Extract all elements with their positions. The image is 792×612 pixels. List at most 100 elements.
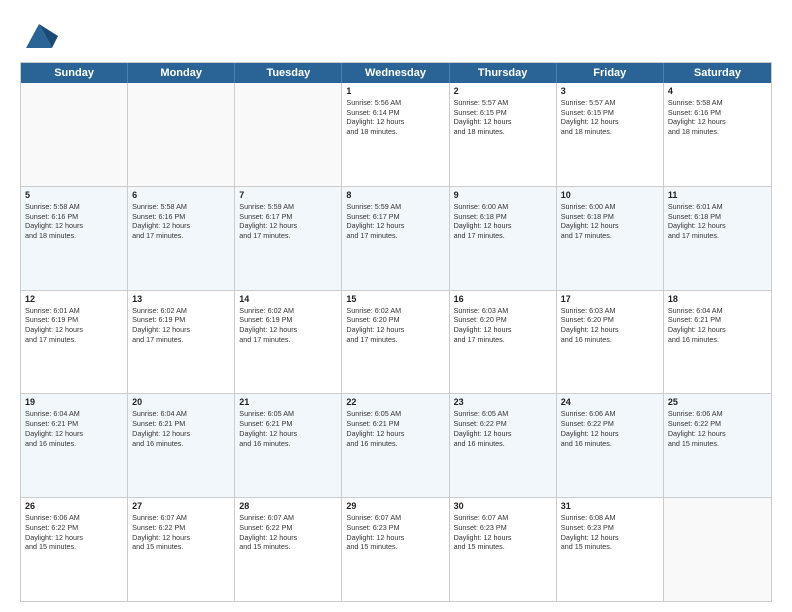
- weekday-header-wednesday: Wednesday: [342, 63, 449, 83]
- day-number: 17: [561, 294, 659, 304]
- day-info: Sunrise: 5:58 AM Sunset: 6:16 PM Dayligh…: [132, 202, 230, 241]
- day-number: 15: [346, 294, 444, 304]
- day-number: 25: [668, 397, 767, 407]
- day-info: Sunrise: 6:03 AM Sunset: 6:20 PM Dayligh…: [454, 306, 552, 345]
- day-cell-20: 20 Sunrise: 6:04 AM Sunset: 6:21 PM Dayli…: [128, 394, 235, 497]
- page: SundayMondayTuesdayWednesdayThursdayFrid…: [0, 0, 792, 612]
- day-cell-31: 31 Sunrise: 6:08 AM Sunset: 6:23 PM Dayli…: [557, 498, 664, 601]
- day-number: 4: [668, 86, 767, 96]
- day-info: Sunrise: 5:58 AM Sunset: 6:16 PM Dayligh…: [668, 98, 767, 137]
- day-info: Sunrise: 5:59 AM Sunset: 6:17 PM Dayligh…: [346, 202, 444, 241]
- logo: [20, 16, 58, 54]
- day-info: Sunrise: 6:06 AM Sunset: 6:22 PM Dayligh…: [561, 409, 659, 448]
- weekday-header-thursday: Thursday: [450, 63, 557, 83]
- weekday-header-saturday: Saturday: [664, 63, 771, 83]
- day-info: Sunrise: 6:05 AM Sunset: 6:21 PM Dayligh…: [346, 409, 444, 448]
- day-number: 21: [239, 397, 337, 407]
- day-info: Sunrise: 5:58 AM Sunset: 6:16 PM Dayligh…: [25, 202, 123, 241]
- day-number: 7: [239, 190, 337, 200]
- day-number: 6: [132, 190, 230, 200]
- day-cell-22: 22Sunrise: 6:05 AM Sunset: 6:21 PM Dayli…: [342, 394, 449, 497]
- day-info: Sunrise: 5:57 AM Sunset: 6:15 PM Dayligh…: [454, 98, 552, 137]
- empty-cell: [664, 498, 771, 601]
- day-info: Sunrise: 6:07 AM Sunset: 6:23 PM Dayligh…: [454, 513, 552, 552]
- day-cell-21: 21 Sunrise: 6:05 AM Sunset: 6:21 PM Dayli…: [235, 394, 342, 497]
- empty-cell: [235, 83, 342, 186]
- day-number: 2: [454, 86, 552, 96]
- day-info: Sunrise: 5:57 AM Sunset: 6:15 PM Dayligh…: [561, 98, 659, 137]
- day-cell-9: 9Sunrise: 6:00 AM Sunset: 6:18 PM Daylig…: [450, 187, 557, 290]
- day-cell-25: 25 Sunrise: 6:06 AM Sunset: 6:22 PM Dayli…: [664, 394, 771, 497]
- day-info: Sunrise: 6:08 AM Sunset: 6:23 PM Dayligh…: [561, 513, 659, 552]
- day-info: Sunrise: 5:59 AM Sunset: 6:17 PM Dayligh…: [239, 202, 337, 241]
- day-number: 23: [454, 397, 552, 407]
- weekday-header-friday: Friday: [557, 63, 664, 83]
- day-info: Sunrise: 6:00 AM Sunset: 6:18 PM Dayligh…: [561, 202, 659, 241]
- calendar-header: SundayMondayTuesdayWednesdayThursdayFrid…: [21, 63, 771, 83]
- day-cell-15: 15Sunrise: 6:02 AM Sunset: 6:20 PM Dayli…: [342, 291, 449, 394]
- calendar-row-3: 12Sunrise: 6:01 AM Sunset: 6:19 PM Dayli…: [21, 291, 771, 395]
- day-cell-3: 3 Sunrise: 5:57 AM Sunset: 6:15 PM Daylig…: [557, 83, 664, 186]
- day-info: Sunrise: 6:06 AM Sunset: 6:22 PM Dayligh…: [25, 513, 123, 552]
- day-number: 11: [668, 190, 767, 200]
- day-cell-11: 11Sunrise: 6:01 AM Sunset: 6:18 PM Dayli…: [664, 187, 771, 290]
- day-number: 5: [25, 190, 123, 200]
- calendar-row-5: 26Sunrise: 6:06 AM Sunset: 6:22 PM Dayli…: [21, 498, 771, 601]
- day-info: Sunrise: 6:07 AM Sunset: 6:22 PM Dayligh…: [132, 513, 230, 552]
- calendar-row-1: 1 Sunrise: 5:56 AM Sunset: 6:14 PM Daylig…: [21, 83, 771, 187]
- day-cell-29: 29 Sunrise: 6:07 AM Sunset: 6:23 PM Dayli…: [342, 498, 449, 601]
- day-number: 18: [668, 294, 767, 304]
- day-number: 3: [561, 86, 659, 96]
- day-cell-23: 23 Sunrise: 6:05 AM Sunset: 6:22 PM Dayli…: [450, 394, 557, 497]
- day-info: Sunrise: 6:06 AM Sunset: 6:22 PM Dayligh…: [668, 409, 767, 448]
- day-number: 20: [132, 397, 230, 407]
- day-number: 29: [346, 501, 444, 511]
- calendar-body: 1 Sunrise: 5:56 AM Sunset: 6:14 PM Daylig…: [21, 83, 771, 601]
- day-info: Sunrise: 5:56 AM Sunset: 6:14 PM Dayligh…: [346, 98, 444, 137]
- day-number: 1: [346, 86, 444, 96]
- day-number: 31: [561, 501, 659, 511]
- calendar: SundayMondayTuesdayWednesdayThursdayFrid…: [20, 62, 772, 602]
- day-number: 24: [561, 397, 659, 407]
- day-cell-7: 7 Sunrise: 5:59 AM Sunset: 6:17 PM Daylig…: [235, 187, 342, 290]
- day-number: 28: [239, 501, 337, 511]
- day-cell-12: 12Sunrise: 6:01 AM Sunset: 6:19 PM Dayli…: [21, 291, 128, 394]
- day-cell-24: 24 Sunrise: 6:06 AM Sunset: 6:22 PM Dayli…: [557, 394, 664, 497]
- day-number: 8: [346, 190, 444, 200]
- calendar-row-4: 19 Sunrise: 6:04 AM Sunset: 6:21 PM Dayli…: [21, 394, 771, 498]
- day-number: 19: [25, 397, 123, 407]
- day-number: 10: [561, 190, 659, 200]
- day-number: 12: [25, 294, 123, 304]
- day-cell-28: 28 Sunrise: 6:07 AM Sunset: 6:22 PM Dayli…: [235, 498, 342, 601]
- day-info: Sunrise: 6:07 AM Sunset: 6:23 PM Dayligh…: [346, 513, 444, 552]
- day-cell-27: 27 Sunrise: 6:07 AM Sunset: 6:22 PM Dayli…: [128, 498, 235, 601]
- day-info: Sunrise: 6:05 AM Sunset: 6:21 PM Dayligh…: [239, 409, 337, 448]
- day-cell-17: 17 Sunrise: 6:03 AM Sunset: 6:20 PM Dayli…: [557, 291, 664, 394]
- weekday-header-tuesday: Tuesday: [235, 63, 342, 83]
- day-cell-18: 18 Sunrise: 6:04 AM Sunset: 6:21 PM Dayli…: [664, 291, 771, 394]
- day-info: Sunrise: 6:04 AM Sunset: 6:21 PM Dayligh…: [132, 409, 230, 448]
- day-cell-19: 19 Sunrise: 6:04 AM Sunset: 6:21 PM Dayli…: [21, 394, 128, 497]
- day-info: Sunrise: 6:05 AM Sunset: 6:22 PM Dayligh…: [454, 409, 552, 448]
- day-cell-4: 4 Sunrise: 5:58 AM Sunset: 6:16 PM Daylig…: [664, 83, 771, 186]
- day-info: Sunrise: 6:04 AM Sunset: 6:21 PM Dayligh…: [25, 409, 123, 448]
- day-cell-8: 8 Sunrise: 5:59 AM Sunset: 6:17 PM Daylig…: [342, 187, 449, 290]
- day-info: Sunrise: 6:03 AM Sunset: 6:20 PM Dayligh…: [561, 306, 659, 345]
- day-number: 27: [132, 501, 230, 511]
- day-info: Sunrise: 6:04 AM Sunset: 6:21 PM Dayligh…: [668, 306, 767, 345]
- day-cell-26: 26Sunrise: 6:06 AM Sunset: 6:22 PM Dayli…: [21, 498, 128, 601]
- day-number: 14: [239, 294, 337, 304]
- day-cell-2: 2 Sunrise: 5:57 AM Sunset: 6:15 PM Daylig…: [450, 83, 557, 186]
- day-cell-10: 10 Sunrise: 6:00 AM Sunset: 6:18 PM Dayli…: [557, 187, 664, 290]
- weekday-header-sunday: Sunday: [21, 63, 128, 83]
- day-cell-13: 13Sunrise: 6:02 AM Sunset: 6:19 PM Dayli…: [128, 291, 235, 394]
- logo-icon: [20, 16, 58, 54]
- day-number: 9: [454, 190, 552, 200]
- day-info: Sunrise: 6:07 AM Sunset: 6:22 PM Dayligh…: [239, 513, 337, 552]
- weekday-header-monday: Monday: [128, 63, 235, 83]
- day-cell-16: 16Sunrise: 6:03 AM Sunset: 6:20 PM Dayli…: [450, 291, 557, 394]
- day-cell-6: 6 Sunrise: 5:58 AM Sunset: 6:16 PM Daylig…: [128, 187, 235, 290]
- day-info: Sunrise: 6:02 AM Sunset: 6:19 PM Dayligh…: [132, 306, 230, 345]
- empty-cell: [21, 83, 128, 186]
- calendar-row-2: 5 Sunrise: 5:58 AM Sunset: 6:16 PM Daylig…: [21, 187, 771, 291]
